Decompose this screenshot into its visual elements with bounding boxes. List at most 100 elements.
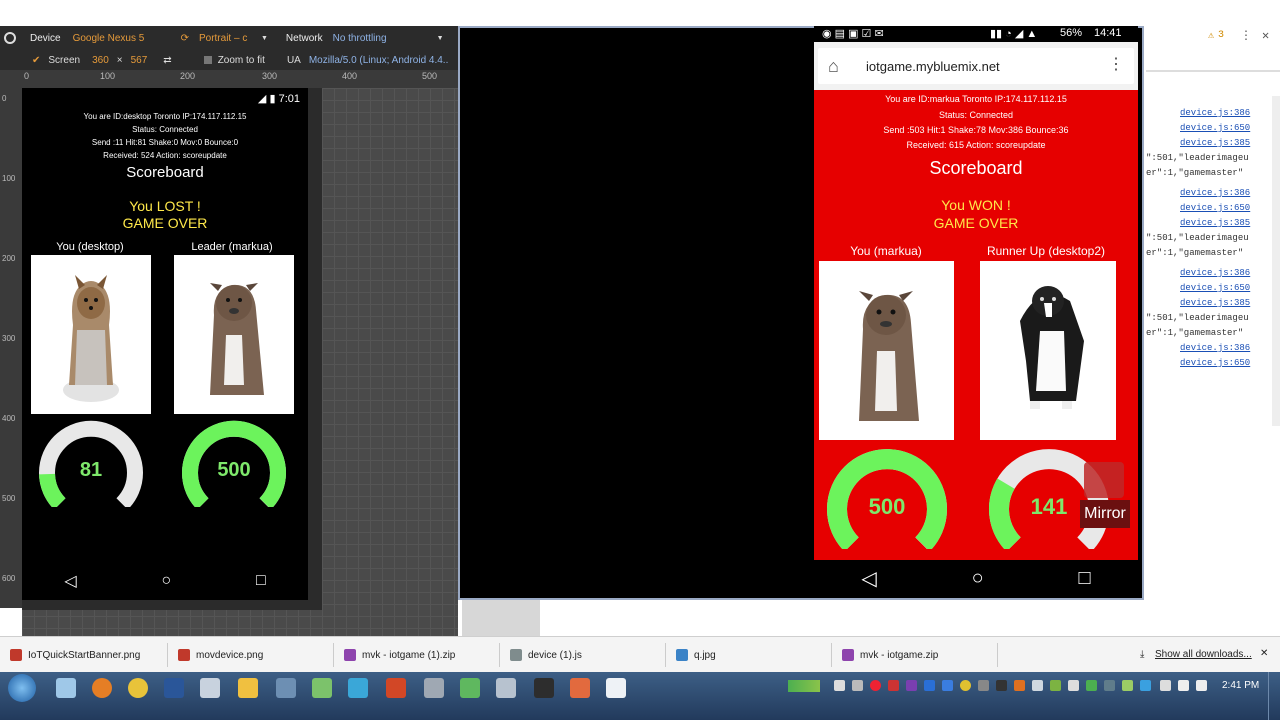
- download-item[interactable]: mvk - iotgame.zip: [832, 643, 998, 667]
- volume-icon[interactable]: [1178, 680, 1189, 691]
- address-bar[interactable]: ⌂ iotgame.mybluemix.net ⋮: [818, 48, 1134, 84]
- tray-icon[interactable]: [852, 680, 863, 691]
- downloads-bar: IoTQuickStartBanner.png movdevice.png mv…: [0, 636, 1280, 672]
- tray-icon[interactable]: [1086, 680, 1097, 691]
- tray-icon[interactable]: [1104, 680, 1115, 691]
- home-icon[interactable]: ⌂: [828, 56, 839, 77]
- console-entry-link[interactable]: device.js:385: [1180, 298, 1250, 308]
- zoom-checkbox[interactable]: [203, 56, 212, 64]
- tray-icon[interactable]: [1122, 680, 1133, 691]
- tray-icon[interactable]: [924, 680, 935, 691]
- console-entry-link[interactable]: device.js:386: [1180, 268, 1250, 278]
- console-entry-link[interactable]: device.js:650: [1180, 203, 1250, 213]
- app-icon[interactable]: [348, 678, 368, 698]
- tray-icon[interactable]: [942, 680, 953, 691]
- tray-icon[interactable]: [996, 680, 1007, 691]
- console-entry-link[interactable]: device.js:386: [1180, 108, 1250, 118]
- app-icon[interactable]: [606, 678, 626, 698]
- download-item[interactable]: IoTQuickStartBanner.png: [0, 643, 168, 667]
- download-filename: mvk - iotgame (1).zip: [362, 649, 456, 661]
- map-icon[interactable]: [312, 678, 332, 698]
- battery-percent: 56%: [1060, 27, 1083, 39]
- url-text[interactable]: iotgame.mybluemix.net: [866, 59, 1000, 74]
- info-line: Status: Connected: [132, 125, 198, 134]
- tray-icon[interactable]: [870, 680, 881, 691]
- tray-icon[interactable]: [1014, 680, 1025, 691]
- shield-icon[interactable]: [1140, 680, 1151, 691]
- download-item[interactable]: movdevice.png: [168, 643, 334, 667]
- tray-icon[interactable]: [1050, 680, 1061, 691]
- phone-status-bar: ◉ ▤ ▣ ☑ ✉ ▮▮ ◔ ◢ ▲ 56% 14:41: [814, 26, 1138, 42]
- explorer-icon[interactable]: [56, 678, 76, 698]
- flag-icon[interactable]: [1160, 680, 1171, 691]
- console-entry-link[interactable]: device.js:386: [1180, 343, 1250, 353]
- console-entry-code: ":501,"leaderimageu: [1146, 153, 1249, 163]
- console-entry-link[interactable]: device.js:650: [1180, 358, 1250, 368]
- show-desktop-button[interactable]: [1268, 672, 1280, 720]
- console-entry-link[interactable]: device.js:385: [1180, 218, 1250, 228]
- recents-icon[interactable]: □: [1078, 567, 1090, 590]
- checkbox-checked-icon[interactable]: ✔: [32, 55, 40, 66]
- network-select[interactable]: No throttling: [333, 33, 437, 44]
- start-button[interactable]: [8, 674, 36, 702]
- mirror-label[interactable]: Mirror: [1080, 500, 1130, 528]
- show-all-downloads-link[interactable]: Show all downloads...: [1155, 649, 1252, 660]
- firefox-icon[interactable]: [92, 678, 112, 698]
- resize-handle-bottom[interactable]: [22, 600, 322, 610]
- tray-icon[interactable]: [978, 680, 989, 691]
- app-icon[interactable]: [570, 678, 590, 698]
- network-tool-icon[interactable]: [276, 678, 296, 698]
- download-item[interactable]: mvk - iotgame (1).zip: [334, 643, 500, 667]
- orientation-select[interactable]: Portrait – c: [199, 33, 261, 44]
- home-icon[interactable]: ○: [161, 572, 171, 590]
- network-icon[interactable]: [1196, 680, 1207, 691]
- chrome-icon[interactable]: [128, 678, 148, 698]
- folder-icon[interactable]: [238, 678, 258, 698]
- app-icon[interactable]: [496, 678, 516, 698]
- recents-icon[interactable]: □: [256, 572, 266, 590]
- screen-width-input[interactable]: 360: [92, 55, 109, 66]
- resize-handle-right[interactable]: [308, 88, 322, 610]
- console-entry-link[interactable]: device.js:385: [1180, 138, 1250, 148]
- close-icon[interactable]: ✕: [1262, 28, 1269, 43]
- mirror-app-icon[interactable]: [1084, 462, 1124, 498]
- tray-icon[interactable]: [888, 680, 899, 691]
- console-entry-link[interactable]: device.js:650: [1180, 123, 1250, 133]
- home-icon[interactable]: ○: [972, 567, 984, 590]
- screen-height-input[interactable]: 567: [131, 55, 148, 66]
- swap-icon[interactable]: ⇄: [163, 55, 171, 66]
- console-entry-link[interactable]: device.js:386: [1180, 188, 1250, 198]
- terminal-icon[interactable]: [534, 678, 554, 698]
- device-select[interactable]: Google Nexus 5: [73, 33, 173, 44]
- clock-time: 2:41 PM: [1222, 680, 1260, 691]
- tray-icon[interactable]: [960, 680, 971, 691]
- warning-icon[interactable]: ⚠: [1208, 30, 1214, 42]
- network-label: Network: [285, 32, 323, 44]
- more-icon[interactable]: ⋮: [1240, 28, 1252, 43]
- calculator-icon[interactable]: [200, 678, 220, 698]
- tray-icon[interactable]: [834, 680, 845, 691]
- console-entry-code: ":501,"leaderimageu: [1146, 233, 1249, 243]
- tray-icon[interactable]: [906, 680, 917, 691]
- powerpoint-icon[interactable]: [386, 678, 406, 698]
- devtools-toolbar: Device Google Nexus 5 ⟳ Portrait – c ▼ N…: [0, 26, 458, 70]
- app-icon[interactable]: [460, 678, 480, 698]
- app-icon[interactable]: [424, 678, 444, 698]
- rotate-icon[interactable]: ⟳: [181, 33, 189, 44]
- scrollbar[interactable]: [1272, 96, 1280, 426]
- console-entry-link[interactable]: device.js:650: [1180, 283, 1250, 293]
- gauge-value: 500: [868, 494, 906, 519]
- download-item[interactable]: q.jpg: [666, 643, 832, 667]
- ruler-tick: 200: [180, 71, 196, 81]
- ua-input[interactable]: Mozilla/5.0 (Linux; Android 4.4...: [309, 55, 449, 66]
- close-icon[interactable]: ✕: [1260, 648, 1268, 659]
- word-icon[interactable]: [164, 678, 184, 698]
- block-icon[interactable]: [4, 32, 16, 44]
- yorkie-dog-image: [31, 255, 151, 414]
- back-icon[interactable]: ◁: [64, 571, 76, 591]
- download-item[interactable]: device (1).js: [500, 643, 666, 667]
- menu-dots-icon[interactable]: ⋮: [1108, 54, 1124, 74]
- tray-icon[interactable]: [1032, 680, 1043, 691]
- back-icon[interactable]: ◁: [861, 566, 876, 591]
- tray-icon[interactable]: [1068, 680, 1079, 691]
